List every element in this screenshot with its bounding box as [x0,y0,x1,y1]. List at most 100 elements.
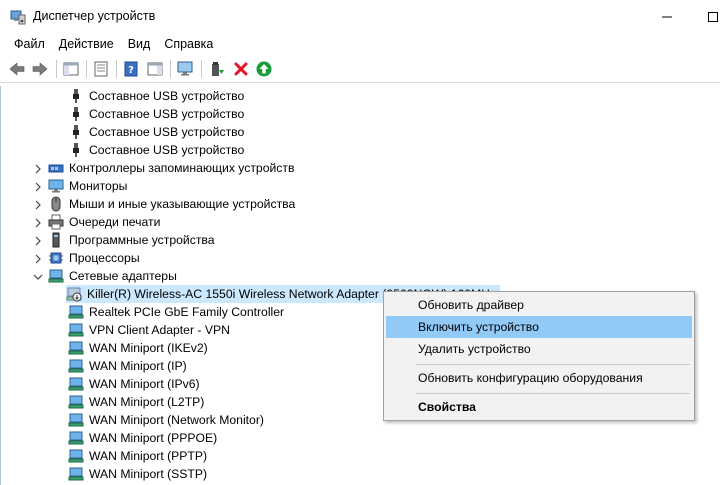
action-pane-icon [147,62,163,76]
menu-view[interactable]: Вид [121,33,158,55]
tree-item-network-adapter[interactable]: WAN Miniport (IKEv2) [68,339,208,357]
tree-category-storage-controllers[interactable]: Контроллеры запоминающих устройств [48,159,294,177]
arrow-left-icon [9,62,25,76]
help-icon: ? [124,61,138,77]
svg-text:?: ? [128,65,134,76]
menu-action[interactable]: Действие [52,33,121,55]
network-adapter-icon [68,431,84,445]
tree-item-network-adapter[interactable]: WAN Miniport (Network Monitor) [68,411,264,429]
tree-item-network-adapter[interactable]: WAN Miniport (SSTP) [68,465,207,483]
tree-item-label: Мониторы [69,179,128,193]
enable-toolbar-button[interactable] [254,59,274,79]
network-adapter-icon [68,341,84,355]
properties-sheet-icon [94,61,108,77]
tree-item-label: WAN Miniport (L2TP) [89,395,205,409]
properties-toolbar-button[interactable] [91,59,111,79]
usb-plug-icon [73,89,79,103]
network-adapter-icon [68,449,84,463]
minimize-icon [662,16,672,17]
tree-category-print-queues[interactable]: Очереди печати [48,213,160,231]
tree-item-label: WAN Miniport (Network Monitor) [89,413,264,427]
maximize-icon [708,11,718,22]
scan-hardware-toolbar-button[interactable] [176,59,196,79]
window-title: Диспетчер устройств [33,9,156,23]
tree-item-label: WAN Miniport (SSTP) [89,467,208,481]
tree-category-monitors[interactable]: Мониторы [48,177,127,195]
menu-separator [416,364,690,365]
monitor-icon [48,179,64,193]
network-adapter-icon [68,467,84,481]
mouse-icon [51,196,61,212]
ctx-update-driver[interactable]: Обновить драйвер [386,294,692,316]
tree-item-label: Программные устройства [69,233,215,247]
console-tree-icon [63,62,79,76]
tree-item-network-adapter[interactable]: WAN Miniport (PPTP) [68,447,207,465]
network-adapter-icon [48,269,64,283]
update-driver-icon [212,62,224,76]
tree-category-software-devices[interactable]: Программные устройства [48,231,215,249]
expand-chevron-icon[interactable] [33,254,43,264]
uninstall-toolbar-button[interactable] [231,59,251,79]
menu-file[interactable]: Файл [7,33,52,55]
green-up-arrow-icon [256,61,272,77]
back-button[interactable] [7,59,27,79]
processor-icon [49,252,63,264]
printer-icon [48,214,64,230]
minimize-button[interactable] [644,0,690,33]
maximize-button[interactable] [690,0,720,33]
tree-item-usb-composite[interactable]: Составное USB устройство [68,141,244,159]
context-menu: Обновить драйвер Включить устройство Уда… [383,291,695,421]
usb-plug-icon [73,125,79,139]
tree-item-label: Realtek PCIe GbE Family Controller [89,305,285,319]
toolbar-separator [170,60,171,78]
tree-item-network-adapter[interactable]: WAN Miniport (L2TP) [68,393,204,411]
action-pane-button[interactable] [145,59,165,79]
device-tree: Составное USB устройство Составное USB у… [0,86,720,485]
tree-category-mice[interactable]: Мыши и иные указывающие устройства [48,195,295,213]
ctx-scan-hardware-changes[interactable]: Обновить конфигурацию оборудования [386,367,692,389]
expand-chevron-icon[interactable] [33,164,43,174]
menu-help[interactable]: Справка [157,33,220,55]
tree-item-label: Составное USB устройство [89,89,245,103]
expand-chevron-icon[interactable] [33,218,43,228]
forward-button[interactable] [30,59,50,79]
storage-controller-icon [48,164,64,173]
tree-item-label: Контроллеры запоминающих устройств [69,161,295,175]
tree-category-network-adapters[interactable]: Сетевые адаптеры [48,267,177,285]
ctx-properties[interactable]: Свойства [386,396,692,418]
expand-chevron-icon[interactable] [33,182,43,192]
tree-item-usb-composite[interactable]: Составное USB устройство [68,87,244,105]
title-bar: Диспетчер устройств [0,0,720,33]
tree-item-usb-composite[interactable]: Составное USB устройство [68,123,244,141]
toolbar-separator [116,60,117,78]
tree-item-usb-composite[interactable]: Составное USB устройство [68,105,244,123]
menu-separator [416,393,690,394]
tree-item-network-adapter[interactable]: WAN Miniport (PPPOE) [68,429,217,447]
network-adapter-icon [68,359,84,373]
tree-item-label: WAN Miniport (IPv6) [89,377,200,391]
collapse-chevron-icon[interactable] [33,272,43,282]
network-adapter-icon [68,323,84,337]
device-manager-icon [10,10,26,25]
update-driver-toolbar-button[interactable] [207,59,227,79]
toolbar-separator [56,60,57,78]
tree-item-label: Составное USB устройство [89,125,245,139]
red-x-icon [234,62,248,76]
show-hide-tree-button[interactable] [61,59,81,79]
expand-chevron-icon[interactable] [33,200,43,210]
arrow-right-icon [32,62,48,76]
tree-item-network-adapter[interactable]: WAN Miniport (IP) [68,357,187,375]
help-toolbar-button[interactable]: ? [121,59,141,79]
tree-item-label: WAN Miniport (IKEv2) [89,341,208,355]
tree-item-network-adapter[interactable]: WAN Miniport (IPv6) [68,375,200,393]
tree-item-label: VPN Client Adapter - VPN [89,323,230,337]
tree-item-network-adapter[interactable]: Realtek PCIe GbE Family Controller [68,303,284,321]
tree-item-label: WAN Miniport (IP) [89,359,187,373]
tree-category-processors[interactable]: Процессоры [48,249,140,267]
toolbar-separator [86,60,87,78]
expand-chevron-icon[interactable] [33,236,43,246]
disabled-network-adapter-icon [66,287,82,302]
tree-item-network-adapter[interactable]: VPN Client Adapter - VPN [68,321,230,339]
ctx-uninstall-device[interactable]: Удалить устройство [386,338,692,360]
ctx-enable-device[interactable]: Включить устройство [386,316,692,338]
